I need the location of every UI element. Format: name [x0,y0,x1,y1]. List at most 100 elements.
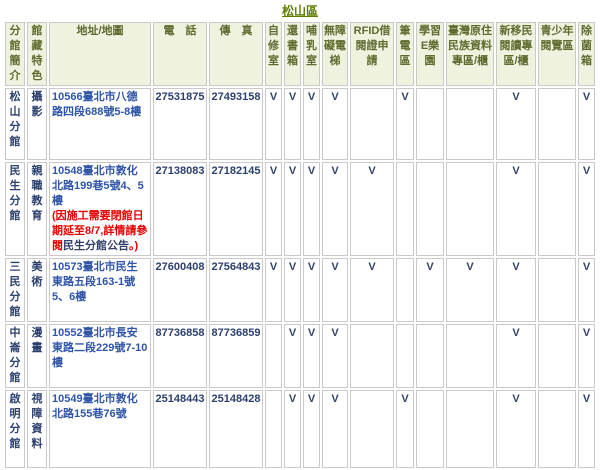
amenity-mark-book-return-box: V [284,88,301,160]
branch-link[interactable]: 中崙分館 [10,327,21,384]
phone-number: 87736858 [153,324,207,388]
notice-text: 。) [129,240,139,252]
branch-link[interactable]: 松山分館 [10,91,21,148]
collection-feature: 攝影 [27,88,47,160]
table-row: 三民分館 美術 10573臺北市民生東路五段163-1號5、6樓 27600408 27… [5,258,595,322]
collection-feature: 視障資料 [27,390,47,468]
amenity-mark-sterilizer-box: V [578,390,595,468]
branch-link[interactable]: 三民分館 [10,261,21,318]
col-header-self-study-room: 自修室 [265,22,282,86]
col-header-book-return-box: 還書箱 [284,22,301,86]
amenity-mark-accessible-elevator: V [322,324,348,388]
col-header-fax: 傳 真 [209,22,263,86]
amenity-mark-book-return-box: V [284,258,301,322]
address-link[interactable]: 10548臺北市敦化北路199巷5號4、5樓 [52,165,144,207]
address-cell: 10566臺北市八德路四段688號5-8樓 [49,88,151,160]
address-cell: 10552臺北市長安東路二段229號7-10樓 [49,324,151,388]
amenity-mark-laptop-area [396,324,414,388]
notice-announcement-link[interactable]: 民生分館公告 [63,240,129,252]
amenity-mark-nursing-room: V [303,88,320,160]
phone-number: 27600408 [153,258,207,322]
amenity-mark-book-return-box: V [284,390,301,468]
address-cell: 10548臺北市敦化北路199巷5號4、5樓 (因施工需要閉館日期延至8/7,詳情… [49,162,151,256]
amenity-mark-laptop-area [396,162,414,256]
branches-table-body: 松山分館 攝影 10566臺北市八德路四段688號5-8樓 27531875 27493… [5,88,595,468]
col-header-sterilizer-box: 除菌箱 [578,22,595,86]
amenity-mark-sterilizer-box: V [578,162,595,256]
col-header-collection-feature: 館藏特色 [27,22,47,86]
amenity-mark-youth-reading-area [538,258,576,322]
col-header-learning-e-paradise: 學習E樂園 [416,22,444,86]
amenity-mark-learning-e-paradise: V [416,258,444,322]
header-row: 分館簡介 館藏特色 地址/地圖電 話傳 真自修室 還書箱 哺乳室 無障礙電梯 RFID借閱證… [5,22,595,86]
amenity-mark-indigenous-collection-area [446,162,494,256]
table-row: 啟明分館 視障資料 10549臺北市敦化北路155巷76號 25148443 25148… [5,390,595,468]
fax-number: 27182145 [209,162,263,256]
branch-cell: 中崙分館 [5,324,25,388]
table-row: 民生分館 親職教育 10548臺北市敦化北路199巷5號4、5樓 (因施工需要閉館日期… [5,162,595,256]
amenity-mark-rfid-card-application [350,390,394,468]
amenity-mark-new-immigrant-reading-area: V [496,258,536,322]
fax-number: 27493158 [209,88,263,160]
col-header-indigenous-collection-area: 臺灣原住民族資料專區/櫃 [446,22,494,86]
address-link[interactable]: 10549臺北市敦化北路155巷76號 [52,393,138,420]
amenity-mark-new-immigrant-reading-area: V [496,162,536,256]
amenity-mark-accessible-elevator: V [322,258,348,322]
amenity-mark-laptop-area [396,258,414,322]
amenity-mark-self-study-room [265,324,282,388]
district-title: 松山區 [0,0,600,20]
col-header-laptop-area: 筆電區 [396,22,414,86]
amenity-mark-book-return-box: V [284,162,301,256]
table-row: 松山分館 攝影 10566臺北市八德路四段688號5-8樓 27531875 27493… [5,88,595,160]
branch-link[interactable]: 民生分館 [10,165,21,222]
col-header-phone: 電 話 [153,22,207,86]
col-header-new-immigrant-reading-area: 新移民閱讀專區/櫃 [496,22,536,86]
amenity-mark-learning-e-paradise [416,390,444,468]
amenity-mark-laptop-area: V [396,390,414,468]
amenity-mark-learning-e-paradise [416,162,444,256]
address-link[interactable]: 10552臺北市長安東路二段229號7-10樓 [52,327,147,369]
phone-number: 27138083 [153,162,207,256]
amenity-mark-learning-e-paradise [416,88,444,160]
amenity-mark-rfid-card-application [350,324,394,388]
amenity-mark-new-immigrant-reading-area: V [496,324,536,388]
col-header-rfid-card-application: RFID借閱證申請 [350,22,394,86]
amenity-mark-nursing-room: V [303,324,320,388]
amenity-mark-self-study-room: V [265,88,282,160]
amenity-mark-self-study-room [265,390,282,468]
branch-cell: 三民分館 [5,258,25,322]
amenity-mark-nursing-room: V [303,162,320,256]
amenity-mark-indigenous-collection-area [446,324,494,388]
fax-number: 27564843 [209,258,263,322]
amenity-mark-book-return-box: V [284,324,301,388]
col-header-nursing-room: 哺乳室 [303,22,320,86]
collection-feature: 漫畫 [27,324,47,388]
amenity-mark-self-study-room: V [265,258,282,322]
col-header-branch-intro: 分館簡介 [5,22,25,86]
address-link[interactable]: 10566臺北市八德路四段688號5-8樓 [52,91,141,118]
amenity-mark-sterilizer-box: V [578,88,595,160]
amenity-mark-youth-reading-area [538,390,576,468]
amenity-mark-accessible-elevator: V [322,88,348,160]
amenity-mark-new-immigrant-reading-area: V [496,88,536,160]
phone-number: 27531875 [153,88,207,160]
amenity-mark-youth-reading-area [538,324,576,388]
branch-cell: 啟明分館 [5,390,25,468]
amenity-mark-nursing-room: V [303,258,320,322]
amenity-mark-youth-reading-area [538,88,576,160]
district-title-link[interactable]: 松山區 [282,4,318,18]
phone-number: 25148443 [153,390,207,468]
branch-cell: 民生分館 [5,162,25,256]
col-header-address-map: 地址/地圖 [49,22,151,86]
fax-number: 25148428 [209,390,263,468]
amenity-mark-rfid-card-application: V [350,258,394,322]
collection-feature: 親職教育 [27,162,47,256]
address-link[interactable]: 10573臺北市民生東路五段163-1號5、6樓 [52,261,138,303]
amenity-mark-sterilizer-box: V [578,324,595,388]
fax-number: 87736859 [209,324,263,388]
amenity-mark-self-study-room: V [265,162,282,256]
branch-link[interactable]: 啟明分館 [10,393,21,450]
branch-cell: 松山分館 [5,88,25,160]
amenity-mark-accessible-elevator: V [322,390,348,468]
amenity-mark-rfid-card-application: V [350,162,394,256]
